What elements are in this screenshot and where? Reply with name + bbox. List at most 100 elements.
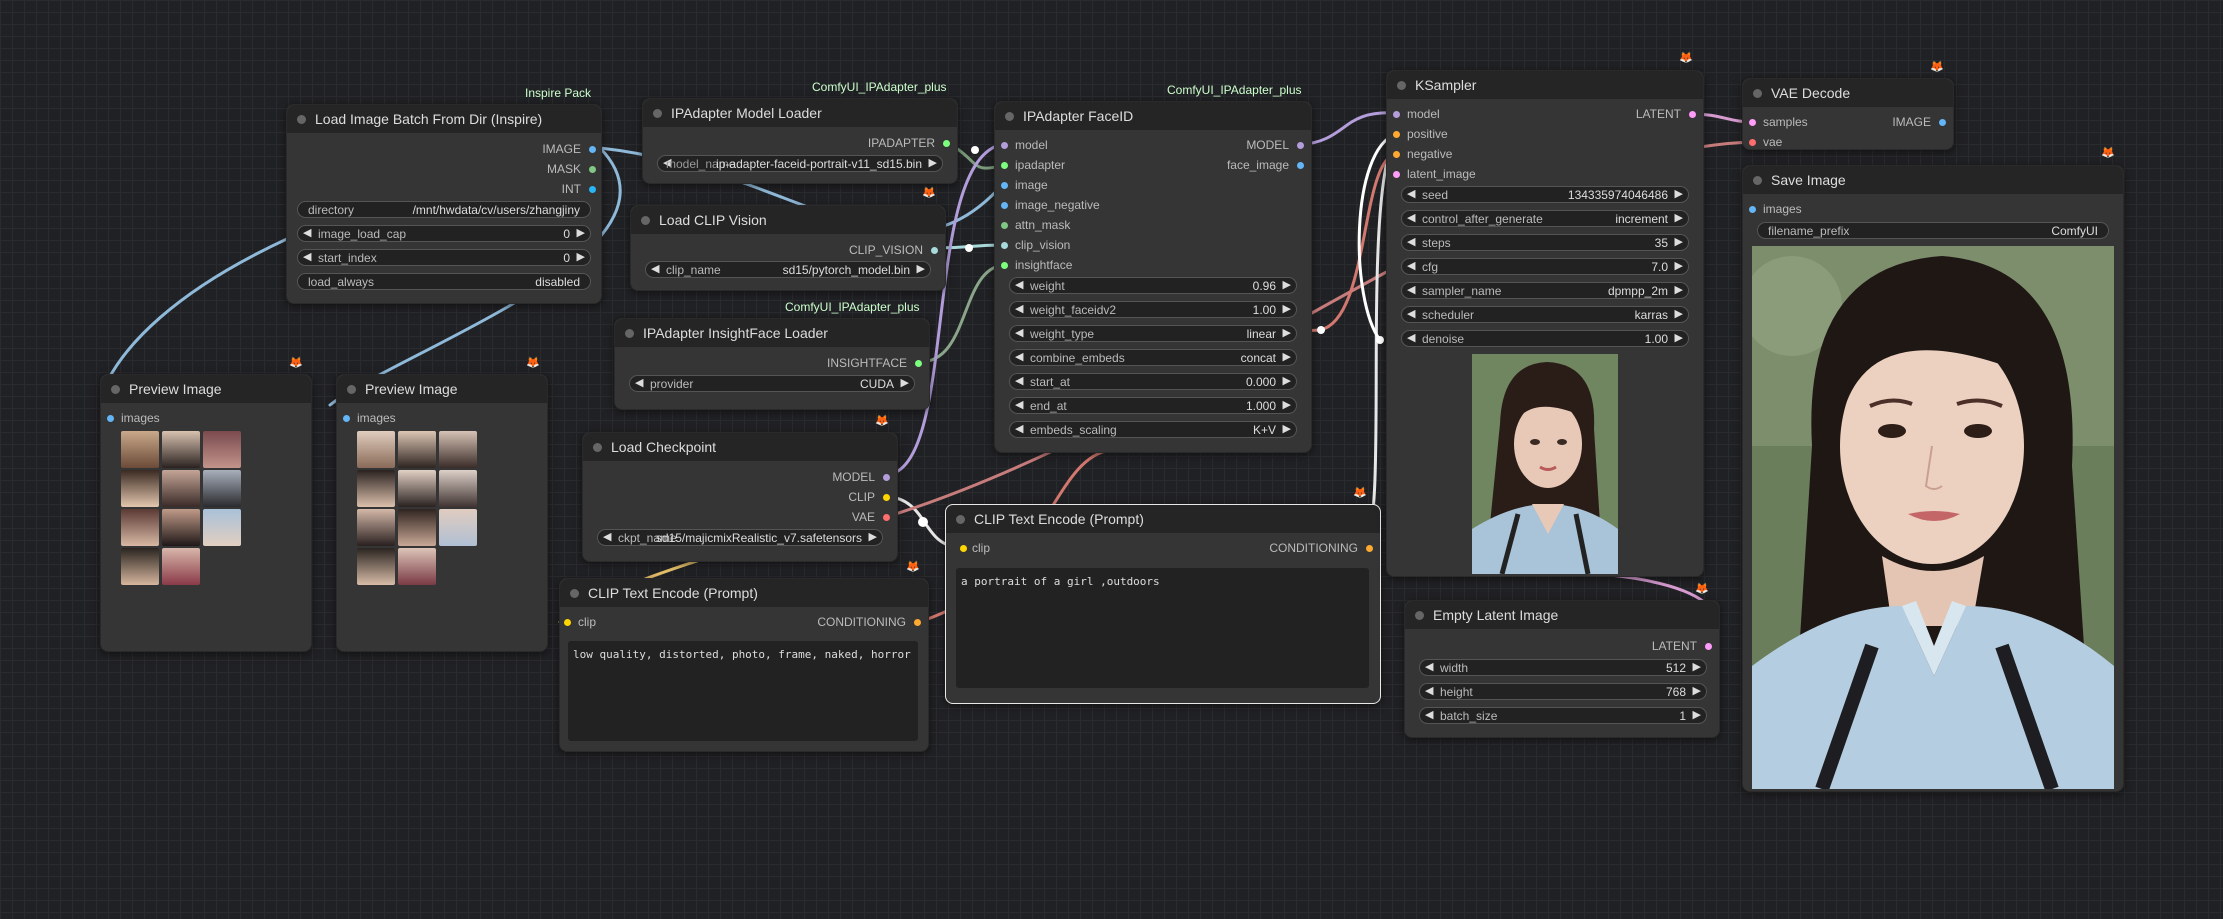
thumbnail[interactable]: [121, 509, 159, 546]
widget-sampler-name[interactable]: ◀ sampler_name dpmpp_2m ▶: [1401, 282, 1689, 299]
input-latent-image-slot[interactable]: [1393, 171, 1400, 178]
thumbnail[interactable]: [439, 509, 477, 546]
thumbnail[interactable]: [357, 509, 395, 546]
thumbnail[interactable]: [357, 548, 395, 585]
input-attn-mask-slot[interactable]: [1001, 222, 1008, 229]
thumbnail[interactable]: [439, 431, 477, 468]
node-clip-text-encode-positive[interactable]: CLIP Text Encode (Prompt) clip CONDITION…: [945, 504, 1381, 704]
thumbnail[interactable]: [357, 470, 395, 507]
output-clip-vision-slot[interactable]: [931, 247, 938, 254]
widget-load-always[interactable]: load_always disabled: [297, 273, 591, 290]
output-int-slot[interactable]: [589, 186, 596, 193]
increment-arrow-icon[interactable]: ▶: [1693, 708, 1701, 721]
input-images-slot[interactable]: [107, 415, 114, 422]
increment-arrow-icon[interactable]: ▶: [577, 250, 585, 263]
increment-arrow-icon[interactable]: ▶: [1693, 684, 1701, 697]
thumbnail[interactable]: [398, 431, 436, 468]
decrement-arrow-icon[interactable]: ◀: [1407, 235, 1415, 248]
decrement-arrow-icon[interactable]: ◀: [1407, 283, 1415, 296]
increment-arrow-icon[interactable]: ▶: [1283, 374, 1291, 387]
output-conditioning-slot[interactable]: [1366, 545, 1373, 552]
collapse-dot[interactable]: [297, 115, 306, 124]
collapse-dot[interactable]: [641, 216, 650, 225]
widget-clip-name[interactable]: ◀ clip_name sd15/pytorch_model.bin ▶: [645, 261, 931, 278]
saved-output-image[interactable]: [1752, 246, 2114, 789]
node-ipadapter-model-loader[interactable]: IPAdapter Model Loader IPADAPTER ◀ model…: [642, 98, 958, 184]
thumbnail[interactable]: [121, 470, 159, 507]
node-save-image[interactable]: Save Image images filename_prefix ComfyUI: [1742, 165, 2124, 792]
increment-arrow-icon[interactable]: ▶: [1675, 211, 1683, 224]
input-clip-vision-slot[interactable]: [1001, 242, 1008, 249]
thumbnail[interactable]: [398, 470, 436, 507]
thumbnail[interactable]: [162, 470, 200, 507]
widget-start-index[interactable]: ◀ start_index 0 ▶: [297, 249, 591, 266]
node-preview-image-1[interactable]: Preview Image images: [100, 374, 312, 652]
thumbnail[interactable]: [203, 431, 241, 468]
input-clip-slot[interactable]: [960, 545, 967, 552]
collapse-dot[interactable]: [593, 443, 602, 452]
thumbnail[interactable]: [162, 509, 200, 546]
widget-end-at[interactable]: ◀ end_at 1.000 ▶: [1009, 397, 1297, 414]
node-ksampler[interactable]: KSampler model positive negative latent_…: [1386, 70, 1704, 577]
node-empty-latent-image[interactable]: Empty Latent Image LATENT ◀ width 512 ▶ ◀ he…: [1404, 600, 1720, 738]
widget-start-at[interactable]: ◀ start_at 0.000 ▶: [1009, 373, 1297, 390]
widget-width[interactable]: ◀ width 512 ▶: [1419, 659, 1707, 676]
node-load-image-batch[interactable]: Load Image Batch From Dir (Inspire) IMAG…: [286, 104, 602, 304]
output-conditioning-slot[interactable]: [914, 619, 921, 626]
input-image-negative-slot[interactable]: [1001, 202, 1008, 209]
decrement-arrow-icon[interactable]: ◀: [1425, 684, 1433, 697]
decrement-arrow-icon[interactable]: ◀: [1015, 278, 1023, 291]
collapse-dot[interactable]: [1005, 112, 1014, 121]
thumbnail[interactable]: [203, 470, 241, 507]
collapse-dot[interactable]: [1415, 611, 1424, 620]
node-vae-decode[interactable]: VAE Decode samples vae IMAGE: [1742, 78, 1954, 150]
increment-arrow-icon[interactable]: ▶: [917, 262, 925, 275]
widget-filename-prefix[interactable]: filename_prefix ComfyUI: [1757, 222, 2109, 239]
output-ipadapter-slot[interactable]: [943, 140, 950, 147]
thumbnail[interactable]: [162, 431, 200, 468]
collapse-dot[interactable]: [570, 589, 579, 598]
input-model-slot[interactable]: [1001, 142, 1008, 149]
collapse-dot[interactable]: [111, 385, 120, 394]
node-ipadapter-faceid[interactable]: IPAdapter FaceID model ipadapter image i…: [994, 101, 1312, 453]
thumbnail[interactable]: [162, 548, 200, 585]
widget-model-name[interactable]: ◀ model_name ip-adapter-faceid-portrait-…: [657, 155, 943, 172]
decrement-arrow-icon[interactable]: ◀: [1425, 660, 1433, 673]
decrement-arrow-icon[interactable]: ◀: [1015, 302, 1023, 315]
collapse-dot[interactable]: [1397, 81, 1406, 90]
increment-arrow-icon[interactable]: ▶: [901, 376, 909, 389]
thumbnail[interactable]: [357, 431, 395, 468]
output-latent-slot[interactable]: [1705, 643, 1712, 650]
ksampler-preview-image[interactable]: [1472, 354, 1618, 574]
node-insightface-loader[interactable]: IPAdapter InsightFace Loader INSIGHTFACE…: [614, 318, 930, 410]
collapse-dot[interactable]: [347, 385, 356, 394]
increment-arrow-icon[interactable]: ▶: [577, 226, 585, 239]
decrement-arrow-icon[interactable]: ◀: [1015, 350, 1023, 363]
thumbnail[interactable]: [398, 548, 436, 585]
decrement-arrow-icon[interactable]: ◀: [1015, 422, 1023, 435]
input-image-slot[interactable]: [1001, 182, 1008, 189]
output-latent-slot[interactable]: [1689, 111, 1696, 118]
input-insightface-slot[interactable]: [1001, 262, 1008, 269]
increment-arrow-icon[interactable]: ▶: [1675, 307, 1683, 320]
decrement-arrow-icon[interactable]: ◀: [1015, 374, 1023, 387]
input-images-slot[interactable]: [1749, 206, 1756, 213]
output-vae-slot[interactable]: [883, 514, 890, 521]
decrement-arrow-icon[interactable]: ◀: [1407, 307, 1415, 320]
collapse-dot[interactable]: [625, 329, 634, 338]
increment-arrow-icon[interactable]: ▶: [1675, 283, 1683, 296]
decrement-arrow-icon[interactable]: ◀: [1425, 708, 1433, 721]
output-model-slot[interactable]: [883, 474, 890, 481]
widget-directory[interactable]: directory/mnt/hwdata/cv/users/zhangjiny: [297, 201, 591, 218]
widget-seed[interactable]: ◀ seed 134335974046486 ▶: [1401, 186, 1689, 203]
input-images-slot[interactable]: [343, 415, 350, 422]
input-positive-slot[interactable]: [1393, 131, 1400, 138]
decrement-arrow-icon[interactable]: ◀: [603, 530, 611, 543]
thumbnail[interactable]: [439, 470, 477, 507]
widget-weight[interactable]: ◀ weight 0.96 ▶: [1009, 277, 1297, 294]
thumbnail[interactable]: [398, 509, 436, 546]
decrement-arrow-icon[interactable]: ◀: [303, 250, 311, 263]
input-vae-slot[interactable]: [1749, 139, 1756, 146]
collapse-dot[interactable]: [653, 109, 662, 118]
output-mask-slot[interactable]: [589, 166, 596, 173]
